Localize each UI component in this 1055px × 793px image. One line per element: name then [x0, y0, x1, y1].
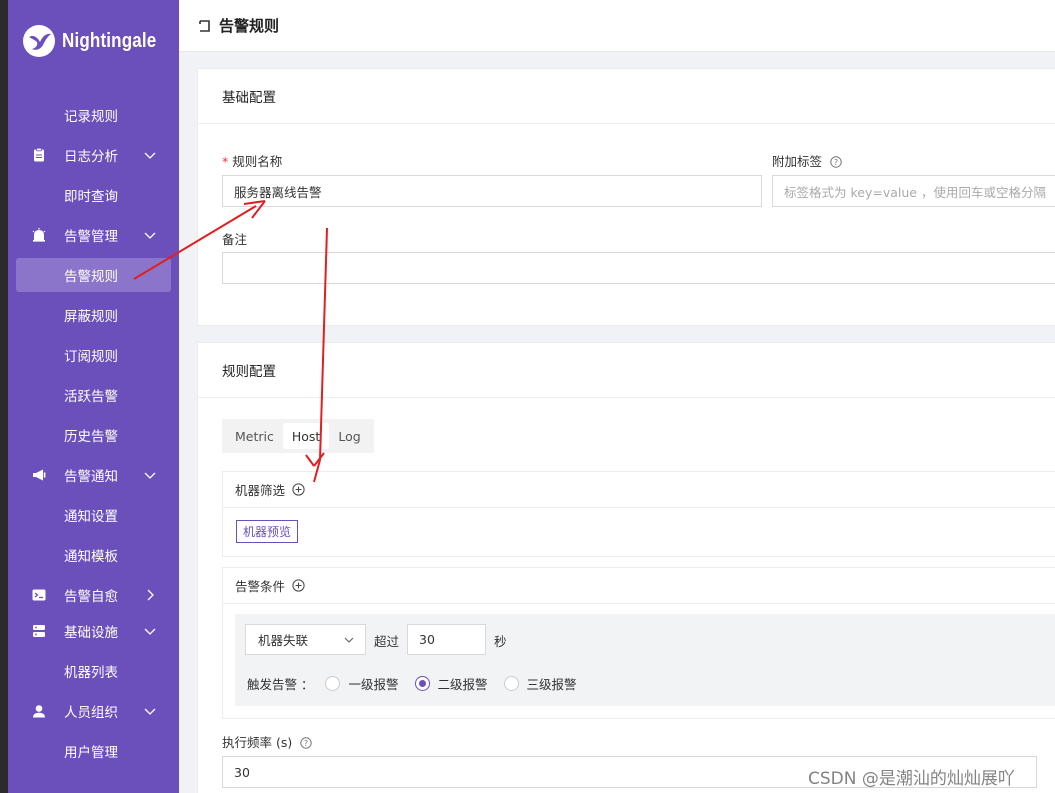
- tags-label: 附加标签 ?: [772, 151, 842, 170]
- back-icon[interactable]: [197, 18, 213, 34]
- page-header: 告警规则: [179, 0, 1055, 52]
- watermark: CSDN @是潮汕的灿灿展吖: [808, 769, 1015, 789]
- sidebar-item-8[interactable]: 历史告警: [16, 418, 171, 452]
- svg-text:?: ?: [304, 739, 308, 748]
- sidebar-item-11[interactable]: 通知模板: [16, 538, 171, 572]
- sidebar-item-12[interactable]: 告警自愈: [16, 578, 171, 612]
- severity-option-3[interactable]: 三级报警: [503, 674, 577, 693]
- basic-config-card: 基础配置 * 规则名称 服务器离线告警 附加标签 ? 标签格式为 key=valu…: [197, 68, 1055, 326]
- rule-type-tabs: Metric Host Log: [222, 419, 374, 453]
- chevron-down-icon[interactable]: [143, 228, 157, 242]
- sidebar-item-label: 用户管理: [64, 745, 118, 761]
- machine-filter-panel: 机器筛选 机器预览: [222, 471, 1055, 557]
- sidebar-item-10[interactable]: 通知设置: [16, 498, 171, 532]
- sidebar: Nightingale 记录规则日志分析即时查询告警管理告警规则屏蔽规则订阅规则…: [8, 0, 179, 793]
- user-icon: [30, 702, 48, 720]
- sidebar-item-label: 告警规则: [64, 269, 118, 285]
- sidebar-item-15[interactable]: 人员组织: [16, 694, 171, 728]
- severity-option-1[interactable]: 一级报警: [325, 674, 399, 693]
- sidebar-item-label: 通知设置: [64, 509, 118, 525]
- main-area: 告警规则 基础配置 * 规则名称 服务器离线告警 附加标签 ? 标签格式为 key…: [179, 0, 1055, 793]
- radio-button[interactable]: [503, 676, 519, 691]
- add-condition-icon[interactable]: [292, 579, 305, 592]
- note-label: 备注: [222, 232, 248, 247]
- rule-name-input[interactable]: 服务器离线告警: [222, 175, 762, 207]
- sidebar-item-6[interactable]: 订阅规则: [16, 338, 171, 372]
- required-mark: *: [222, 154, 229, 169]
- basic-config-title: 基础配置: [198, 69, 1055, 124]
- sidebar-item-4[interactable]: 告警规则: [16, 258, 171, 292]
- sidebar-item-13[interactable]: 基础设施: [16, 614, 171, 648]
- sidebar-item-label: 人员组织: [64, 705, 118, 721]
- sidebar-item-14[interactable]: 机器列表: [16, 654, 171, 688]
- chevron-down-icon: [344, 637, 354, 643]
- sidebar-item-label: 机器列表: [64, 665, 118, 681]
- tab-metric[interactable]: Metric: [226, 423, 283, 449]
- nightingale-bird-icon: [23, 25, 55, 57]
- rule-config-card: 规则配置 Metric Host Log 机器筛选 机器预览 告警条件 机器失联: [197, 342, 1055, 793]
- tab-log[interactable]: Log: [329, 423, 369, 449]
- tab-host[interactable]: Host: [282, 423, 330, 449]
- sidebar-item-label: 记录规则: [64, 109, 118, 125]
- sidebar-item-16[interactable]: 用户管理: [16, 734, 171, 768]
- brand-name: Nightingale: [62, 29, 157, 52]
- trigger-label: 触发告警 ：: [247, 677, 314, 692]
- severity-option-2[interactable]: 二级报警: [414, 674, 488, 693]
- clipboard-icon: [30, 146, 48, 164]
- chevron-down-icon[interactable]: [143, 148, 157, 162]
- sidebar-item-label: 告警自愈: [64, 589, 118, 605]
- sidebar-item-label: 历史告警: [64, 429, 118, 445]
- sidebar-item-label: 基础设施: [64, 625, 118, 641]
- machine-filter-header: 机器筛选: [223, 472, 1055, 508]
- machine-filter-label: 机器筛选: [235, 483, 286, 498]
- radio-button-checked[interactable]: [414, 676, 430, 691]
- sidebar-item-label: 屏蔽规则: [64, 309, 118, 325]
- chevron-down-icon[interactable]: [143, 704, 157, 718]
- rule-config-title: 规则配置: [198, 343, 1055, 398]
- sidebar-item-0[interactable]: 记录规则: [16, 98, 171, 132]
- exceed-label: 超过: [374, 634, 400, 649]
- left-edge-strip: [0, 0, 8, 793]
- condition-type-select[interactable]: 机器失联: [245, 624, 366, 655]
- sidebar-item-7[interactable]: 活跃告警: [16, 378, 171, 412]
- sidebar-item-1[interactable]: 日志分析: [16, 138, 171, 172]
- sidebar-item-label: 订阅规则: [64, 349, 118, 365]
- add-filter-icon[interactable]: [292, 483, 305, 496]
- logo[interactable]: Nightingale: [22, 24, 173, 58]
- rule-name-label: * 规则名称: [222, 154, 283, 169]
- chevron-down-icon[interactable]: [143, 624, 157, 638]
- radio-button[interactable]: [325, 676, 341, 691]
- server-icon: [30, 622, 48, 640]
- chevron-right-icon[interactable]: [143, 588, 157, 602]
- terminal-icon: [30, 586, 48, 604]
- sidebar-item-label: 告警管理: [64, 229, 118, 245]
- sidebar-item-label: 日志分析: [64, 149, 118, 165]
- alarm-bell-icon: [30, 226, 48, 244]
- svg-text:?: ?: [834, 158, 838, 167]
- sidebar-item-label: 通知模板: [64, 549, 118, 565]
- exceed-seconds-input[interactable]: 30: [407, 624, 486, 655]
- tags-input[interactable]: 标签格式为 key=value ，使用回车或空格分隔: [772, 175, 1055, 207]
- help-icon[interactable]: ?: [300, 737, 312, 749]
- page-title: 告警规则: [219, 17, 280, 35]
- severity-radio-group: 触发告警 ： 一级报警 二级报警 三级报警: [247, 674, 593, 693]
- sidebar-item-label: 活跃告警: [64, 389, 118, 405]
- alert-condition-label: 告警条件: [235, 579, 286, 594]
- machine-preview-button[interactable]: 机器预览: [236, 520, 299, 543]
- frequency-label: 执行频率 (s) ?: [222, 732, 312, 751]
- sidebar-item-2[interactable]: 即时查询: [16, 178, 171, 212]
- alert-condition-panel: 告警条件 机器失联 超过 30 秒 触发告警 ： 一级报警 二级报警 三级报警: [222, 567, 1055, 719]
- sidebar-item-label: 告警通知: [64, 469, 118, 485]
- note-input[interactable]: [222, 252, 1055, 284]
- sidebar-item-5[interactable]: 屏蔽规则: [16, 298, 171, 332]
- megaphone-icon: [30, 466, 48, 484]
- condition-row: 机器失联 超过 30 秒 触发告警 ： 一级报警 二级报警 三级报警: [235, 614, 1055, 706]
- sidebar-item-label: 即时查询: [64, 189, 118, 205]
- sidebar-item-3[interactable]: 告警管理: [16, 218, 171, 252]
- chevron-down-icon[interactable]: [143, 468, 157, 482]
- seconds-unit-label: 秒: [494, 634, 507, 649]
- alert-condition-header: 告警条件: [223, 568, 1055, 604]
- help-icon[interactable]: ?: [830, 156, 842, 168]
- sidebar-item-9[interactable]: 告警通知: [16, 458, 171, 492]
